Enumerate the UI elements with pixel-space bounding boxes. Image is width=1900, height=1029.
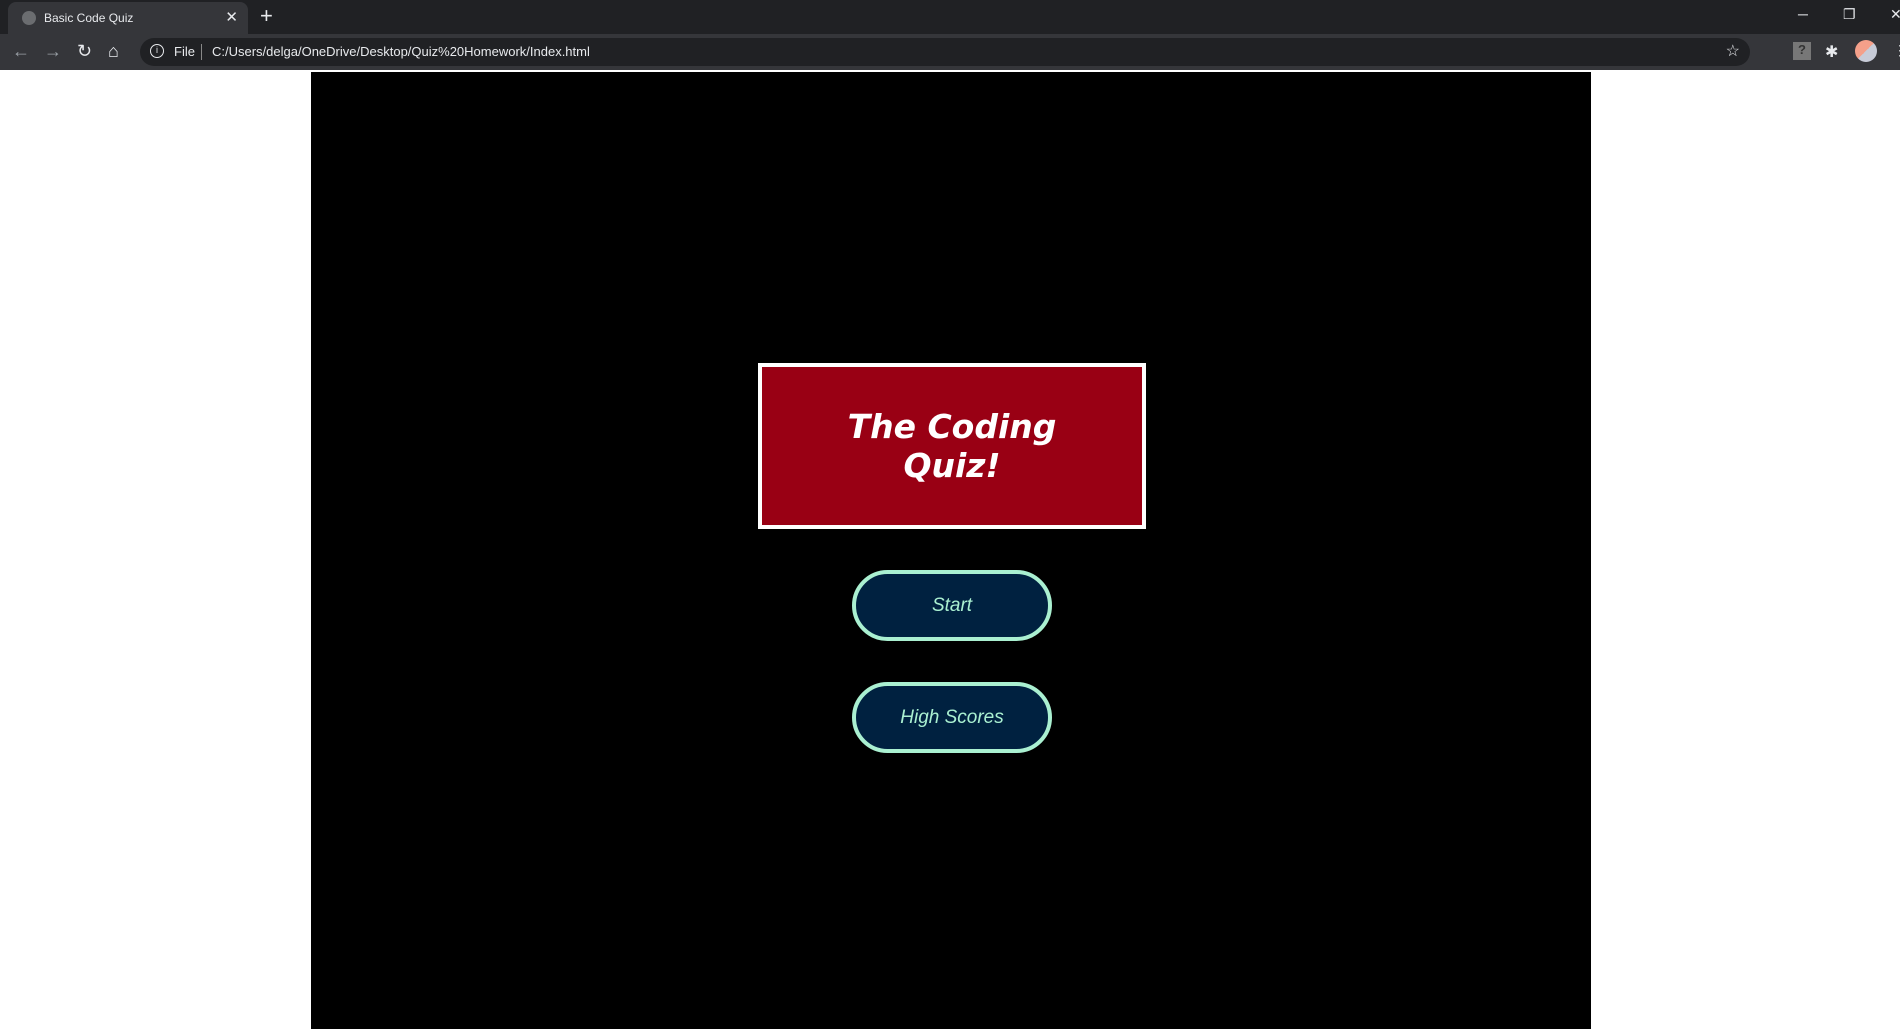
minimize-icon[interactable]: ─ [1798,6,1808,22]
forward-icon[interactable]: → [44,41,62,62]
tab-title: Basic Code Quiz [44,11,134,25]
browser-toolbar: ← → ↻ ⌂ i File C:/Users/delga/OneDrive/D… [0,34,1900,70]
start-button[interactable]: Start [852,570,1052,641]
menu-icon[interactable]: ⋮ [1893,42,1900,60]
page-title: The Coding Quiz! [847,407,1057,485]
help-extension-icon[interactable]: ? [1793,42,1811,60]
new-tab-button[interactable]: + [260,3,273,29]
quiz-container [311,72,1591,1029]
url-text[interactable]: C:/Users/delga/OneDrive/Desktop/Quiz%20H… [212,44,590,59]
title-box: The Coding Quiz! [758,363,1146,529]
restore-icon[interactable]: ❐ [1843,6,1856,23]
scheme-label: File [174,44,195,59]
tab-bar: Basic Code Quiz ✕ + ─ ❐ ✕ [0,0,1900,34]
high-scores-button[interactable]: High Scores [852,682,1052,753]
globe-icon [22,11,36,25]
home-icon[interactable]: ⌂ [108,41,119,62]
tab-basic-code-quiz[interactable]: Basic Code Quiz ✕ [8,2,248,34]
address-bar[interactable]: i File C:/Users/delga/OneDrive/Desktop/Q… [140,38,1750,66]
info-icon[interactable]: i [150,44,164,58]
extensions-puzzle-icon[interactable]: ✱ [1825,42,1843,61]
reload-icon[interactable]: ↻ [77,41,92,62]
close-window-icon[interactable]: ✕ [1890,6,1900,23]
back-icon[interactable]: ← [12,41,30,62]
bookmark-star-icon[interactable]: ☆ [1726,41,1740,61]
close-tab-icon[interactable]: ✕ [225,8,238,26]
divider [201,44,202,60]
profile-avatar[interactable] [1855,40,1877,62]
